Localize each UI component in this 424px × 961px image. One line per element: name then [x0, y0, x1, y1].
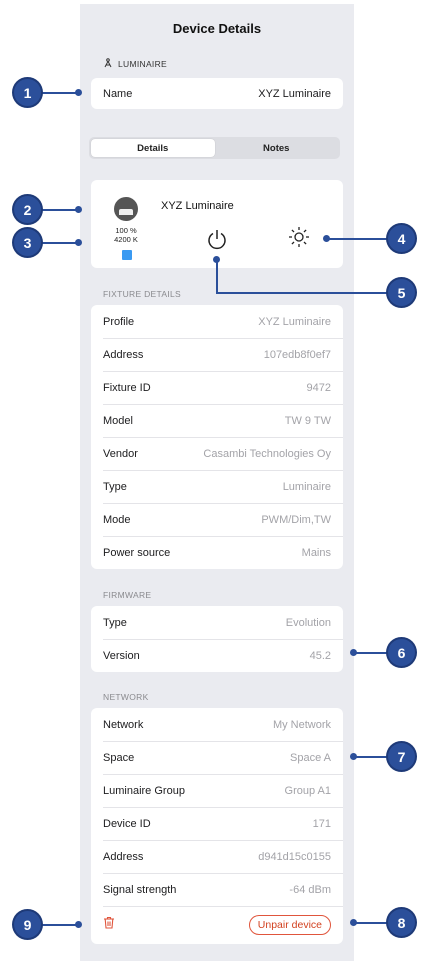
brightness-icon[interactable]	[288, 226, 310, 253]
color-temperature: 4200 K	[114, 235, 138, 244]
name-key: Name	[103, 87, 133, 100]
callout-badge: 4	[388, 225, 415, 252]
callout-line	[40, 92, 78, 94]
firmware-row-version: Version 45.2	[91, 639, 343, 672]
callout-badge: 3	[14, 229, 41, 256]
details-notes-segmented-control: Details Notes	[89, 137, 340, 159]
tab-notes[interactable]: Notes	[215, 139, 339, 157]
callout-dot	[75, 921, 82, 928]
name-row[interactable]: Name XYZ Luminaire	[91, 78, 343, 109]
lamp-icon	[114, 197, 138, 221]
name-card: Name XYZ Luminaire	[91, 78, 343, 109]
firmware-section-label: FIRMWARE	[103, 590, 152, 600]
network-section-label: NETWORK	[103, 692, 149, 702]
callout-line	[216, 292, 390, 294]
network-row-address: Address d941d15c0155	[91, 840, 343, 873]
device-state: 100 % 4200 K	[105, 226, 147, 244]
callout-dot	[75, 89, 82, 96]
tab-details[interactable]: Details	[91, 139, 215, 157]
callout-badge: 7	[388, 743, 415, 770]
callout-dot	[75, 206, 82, 213]
color-swatch[interactable]	[122, 250, 132, 260]
callout-badge: 8	[388, 909, 415, 936]
callout-dot	[75, 239, 82, 246]
network-row-device-id: Device ID 171	[91, 807, 343, 840]
fixture-row-fixture-id: Fixture ID 9472	[91, 371, 343, 404]
page-title: Device Details	[172, 21, 262, 36]
callout-line	[216, 259, 218, 292]
callout-line	[353, 756, 390, 758]
device-details-screen: Device Details LUMINAIRE Name XYZ Lumina…	[80, 4, 354, 961]
callout-badge: 6	[388, 639, 415, 666]
fixture-row-type: Type Luminaire	[91, 470, 343, 503]
fixture-section-label: FIXTURE DETAILS	[103, 289, 182, 299]
device-control-card: 100 % 4200 K XYZ Luminaire	[91, 180, 343, 268]
fixture-row-profile: Profile XYZ Luminaire	[103, 315, 331, 328]
fixture-row-mode: Mode PWM/Dim,TW	[91, 503, 343, 536]
device-name: XYZ Luminaire	[161, 200, 234, 212]
network-row-luminaire-group: Luminaire Group Group A1	[91, 774, 343, 807]
callout-badge: 5	[388, 279, 415, 306]
callout-badge: 1	[14, 79, 41, 106]
fixture-row-address: Address 107edb8f0ef7	[91, 338, 343, 371]
trash-icon[interactable]	[103, 916, 115, 934]
fixture-card: Profile XYZ Luminaire Address 107edb8f0ef7…	[91, 305, 343, 569]
name-value: XYZ Luminaire	[258, 87, 331, 100]
callout-badge: 9	[14, 911, 41, 938]
callout-line	[353, 922, 390, 924]
callout-badge: 2	[14, 196, 41, 223]
network-card: Network My Network Space Space A Luminaire…	[91, 708, 343, 944]
callout-line	[40, 209, 78, 211]
network-row-network: Network My Network	[103, 718, 331, 731]
callout-line	[326, 238, 390, 240]
luminaire-section-label: LUMINAIRE	[103, 58, 167, 70]
callout-line	[40, 242, 78, 244]
unpair-device-button[interactable]: Unpair device	[248, 915, 331, 935]
network-row-space: Space Space A	[91, 741, 343, 774]
network-row-signal-strength: Signal strength -64 dBm	[91, 873, 343, 906]
luminaire-icon	[103, 58, 113, 70]
callout-line	[353, 652, 390, 654]
dim-level: 100 %	[115, 226, 137, 235]
actions-row: Unpair device	[91, 906, 343, 944]
fixture-row-model: Model TW 9 TW	[91, 404, 343, 437]
firmware-row-type: Type Evolution	[103, 616, 331, 629]
fixture-row-power-source: Power source Mains	[91, 536, 343, 569]
power-icon[interactable]	[205, 228, 229, 257]
fixture-row-vendor: Vendor Casambi Technologies Oy	[91, 437, 343, 470]
firmware-card: Type Evolution Version 45.2	[91, 606, 343, 672]
callout-line	[40, 924, 78, 926]
